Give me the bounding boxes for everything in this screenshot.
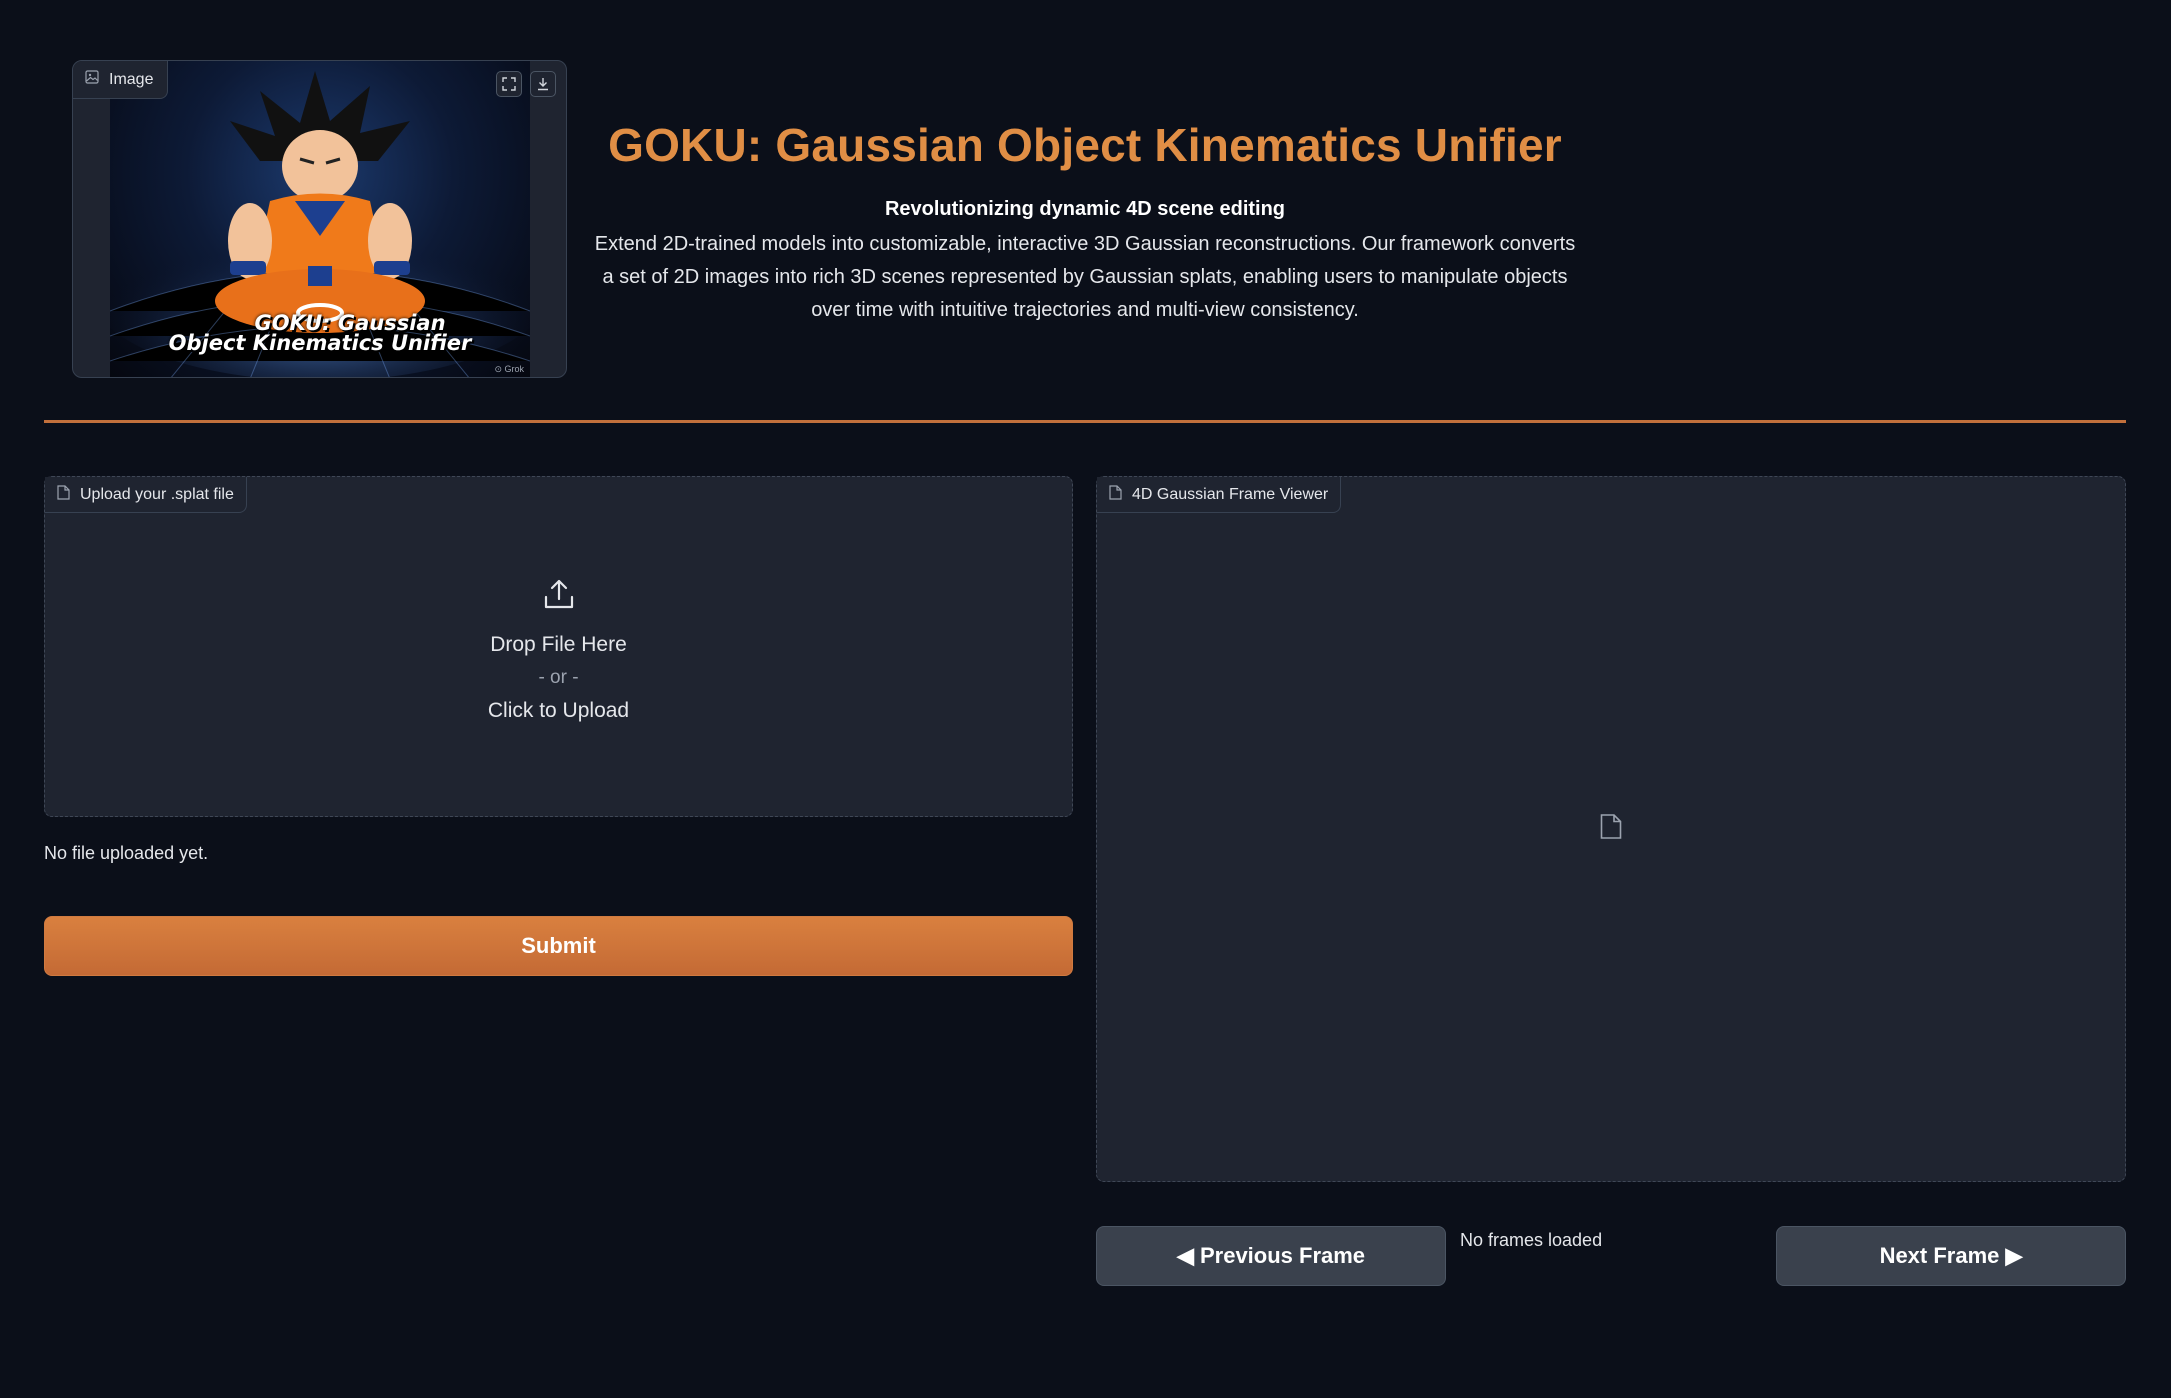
upload-icon	[45, 577, 1072, 616]
file-icon	[1109, 484, 1122, 505]
app-page: Image GOKU: Gaussian Object Kinematics U…	[0, 0, 2171, 1398]
drop-file-text: Drop File Here	[490, 633, 627, 656]
upload-status: No file uploaded yet.	[44, 843, 209, 863]
click-to-upload-text[interactable]: Click to Upload	[45, 696, 1072, 726]
image-label: Image	[109, 70, 154, 88]
banner-caption: GOKU: Gaussian Object Kinematics Unifier	[168, 311, 472, 355]
viewer-label: 4D Gaussian Frame Viewer	[1132, 485, 1329, 503]
file-icon	[57, 484, 70, 505]
file-placeholder-icon	[1600, 814, 1622, 845]
download-icon[interactable]	[530, 71, 556, 97]
goku-banner-image: GOKU: Gaussian Object Kinematics Unifier…	[110, 61, 530, 377]
image-label-tag: Image	[73, 61, 169, 99]
previous-frame-button[interactable]: ◀ Previous Frame	[1096, 1226, 1446, 1286]
drop-area[interactable]: Drop File Here - or - Click to Upload	[45, 577, 1072, 726]
viewer-label-tag: 4D Gaussian Frame Viewer	[1097, 477, 1342, 513]
page-description: Extend 2D-trained models into customizab…	[594, 233, 1576, 321]
upload-label: Upload your .splat file	[80, 485, 234, 503]
or-separator: - or -	[538, 667, 579, 688]
header-image-panel: Image GOKU: Gaussian Object Kinematics U…	[72, 60, 567, 378]
image-icon	[85, 70, 99, 89]
upload-label-tag: Upload your .splat file	[45, 477, 247, 513]
fullscreen-icon[interactable]	[496, 71, 522, 97]
image-actions	[496, 71, 556, 97]
next-frame-button[interactable]: Next Frame ▶	[1776, 1226, 2126, 1286]
watermark: ⊙ Grok	[494, 364, 524, 374]
file-upload-dropzone[interactable]: Upload your .splat file Drop File Here -…	[44, 476, 1073, 817]
submit-button[interactable]: Submit	[44, 916, 1073, 976]
header-divider	[44, 420, 2126, 423]
page-subtitle: Revolutionizing dynamic 4D scene editing	[884, 198, 1286, 220]
page-title: GOKU: Gaussian Object Kinematics Unifier	[608, 119, 1562, 171]
frames-status: No frames loaded	[1460, 1230, 1603, 1250]
frame-viewer-panel: 4D Gaussian Frame Viewer	[1096, 476, 2126, 1182]
